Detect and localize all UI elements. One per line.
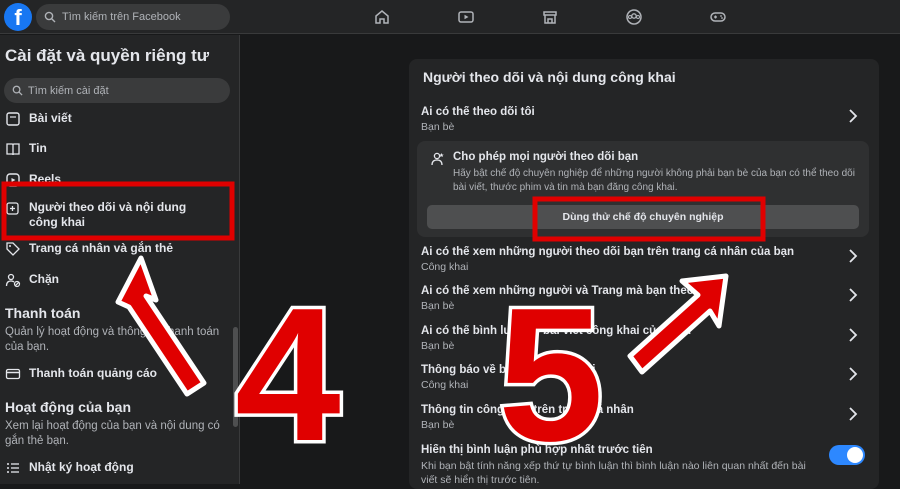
setting-title: Ai có thể xem những người theo dõi bạn t… xyxy=(421,246,795,258)
setting-row-who-can-see-following[interactable]: Ai có thể xem những người và Trang mà bạ… xyxy=(421,285,871,312)
facebook-search[interactable]: Tìm kiếm trên Facebook xyxy=(36,4,230,30)
posts-icon xyxy=(6,112,20,126)
marketplace-icon[interactable] xyxy=(508,7,592,27)
panel-title: Người theo dõi và nội dung công khai xyxy=(423,69,676,85)
professional-mode-promo: Cho phép mọi người theo dõi bạn Hãy bật … xyxy=(417,141,869,237)
chevron-right-icon xyxy=(849,328,858,342)
sidebar-item-ad-payments[interactable]: Thanh toán quảng cáo xyxy=(5,366,157,382)
setting-value: Bạn bè xyxy=(421,340,455,352)
setting-value: Bạn bè xyxy=(421,419,455,431)
setting-title: Ai có thể theo dõi tôi xyxy=(421,106,535,118)
sidebar-item-stories[interactable]: Tin xyxy=(5,141,47,157)
top-bar: f Tìm kiếm trên Facebook xyxy=(0,0,900,34)
sidebar-item-label: Người theo dõi và nội dung công khai xyxy=(29,200,187,229)
video-icon[interactable] xyxy=(424,7,508,27)
card-icon xyxy=(5,368,21,380)
sidebar-item-profile-tagging[interactable]: Trang cá nhân và gắn thẻ xyxy=(5,241,173,257)
settings-search-placeholder: Tìm kiếm cài đặt xyxy=(28,84,109,97)
sidebar-item-activity-log[interactable]: Nhật ký hoạt động xyxy=(5,460,134,476)
payments-section-title: Thanh toán xyxy=(5,305,81,321)
sidebar-item-label: Chặn xyxy=(29,272,59,286)
tag-icon xyxy=(6,242,20,256)
block-user-icon xyxy=(5,273,21,288)
reels-icon xyxy=(6,173,20,187)
sidebar-scrollbar[interactable] xyxy=(233,327,238,427)
most-relevant-comments-toggle[interactable] xyxy=(829,445,865,465)
promo-desc: Hãy bật chế độ chuyên nghiệp để những ng… xyxy=(453,168,855,193)
chevron-right-icon xyxy=(849,407,858,421)
setting-value: Bạn bè xyxy=(421,300,455,312)
facebook-logo[interactable]: f xyxy=(4,3,32,31)
followers-icon xyxy=(6,202,19,215)
setting-row-who-can-see-followers[interactable]: Ai có thể xem những người theo dõi bạn t… xyxy=(421,246,871,273)
sidebar-item-label: Reels xyxy=(29,172,62,186)
setting-row-public-profile-info[interactable]: Thông tin công khai trên trang cá nhân B… xyxy=(421,404,871,431)
search-icon xyxy=(44,11,56,23)
search-placeholder: Tìm kiếm trên Facebook xyxy=(62,11,181,23)
sidebar-item-label: Trang cá nhân và gắn thẻ xyxy=(29,241,174,255)
setting-row-who-can-follow[interactable]: Ai có thể theo dõi tôi Bạn bè xyxy=(421,106,871,133)
setting-title: Thông báo về bài viết công khai xyxy=(421,364,596,376)
sidebar-item-followers[interactable]: Người theo dõi và nội dung công khai xyxy=(5,200,215,230)
stories-icon xyxy=(6,143,20,156)
setting-desc: Khi bạn bật tính năng xếp thứ tự bình lu… xyxy=(421,460,806,486)
sidebar-item-posts[interactable]: Bài viết xyxy=(5,111,72,127)
followers-settings-panel: Người theo dõi và nội dung công khai Ai … xyxy=(409,59,879,489)
sidebar-item-blocking[interactable]: Chặn xyxy=(5,272,59,288)
sidebar-item-label: Tin xyxy=(29,141,47,155)
setting-value: Công khai xyxy=(421,379,469,391)
setting-row-public-post-notifications[interactable]: Thông báo về bài viết công khai Công kha… xyxy=(421,364,871,391)
chevron-right-icon xyxy=(849,288,858,302)
setting-title: Thông tin công khai trên trang cá nhân xyxy=(421,404,634,416)
setting-title: Ai có thể xem những người và Trang mà bạ… xyxy=(421,285,722,297)
setting-value: Bạn bè xyxy=(421,121,455,133)
try-professional-mode-button[interactable]: Dùng thử chế độ chuyên nghiệp xyxy=(427,205,859,229)
chevron-right-icon xyxy=(849,109,858,123)
sidebar-item-label: Nhật ký hoạt động xyxy=(29,460,134,474)
settings-search[interactable]: Tìm kiếm cài đặt xyxy=(4,78,230,103)
list-icon xyxy=(7,463,19,473)
followers-icon xyxy=(431,152,444,166)
chevron-right-icon xyxy=(849,249,858,263)
sidebar-item-reels[interactable]: Reels xyxy=(5,172,61,188)
gaming-icon[interactable] xyxy=(676,7,760,27)
step-number-4: 4 xyxy=(235,269,341,481)
settings-sidebar: Cài đặt và quyền riêng tư Tìm kiếm cài đ… xyxy=(0,35,240,484)
setting-value: Công khai xyxy=(421,261,469,273)
sidebar-title: Cài đặt và quyền riêng tư xyxy=(5,46,210,65)
setting-row-who-can-comment[interactable]: Ai có thể bình luận về bài viết công kha… xyxy=(421,325,871,352)
groups-icon[interactable] xyxy=(592,7,676,27)
sidebar-item-label: Thanh toán quảng cáo xyxy=(29,366,157,380)
home-icon[interactable] xyxy=(340,7,424,27)
setting-title: Ai có thể bình luận về bài viết công kha… xyxy=(421,325,694,337)
promo-title: Cho phép mọi người theo dõi bạn xyxy=(453,151,639,163)
toggle-knob xyxy=(847,447,863,463)
search-icon xyxy=(12,85,23,96)
activity-section-title: Hoạt động của bạn xyxy=(5,399,131,415)
sidebar-item-label: Bài viết xyxy=(29,111,72,125)
setting-row-most-relevant-comments: Hiển thị bình luận phù hợp nhất trước ti… xyxy=(421,444,871,487)
payments-section-desc: Quản lý hoạt động và thông tin thanh toá… xyxy=(5,326,220,353)
chevron-right-icon xyxy=(849,367,858,381)
activity-section-desc: Xem lại hoạt động của bạn và nội dung có… xyxy=(5,420,220,447)
setting-title: Hiển thị bình luận phù hợp nhất trước ti… xyxy=(421,444,653,456)
